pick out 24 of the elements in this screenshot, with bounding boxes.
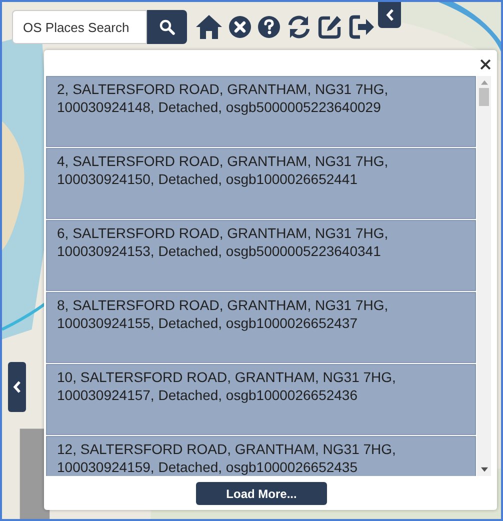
result-item[interactable]: 8, SALTERSFORD ROAD, GRANTHAM, NG31 7HG, 100030924155, Detached, osgb1000026652437 [46, 292, 476, 363]
close-circle-icon[interactable] [228, 15, 252, 39]
sign-out-icon[interactable] [348, 14, 376, 40]
help-icon[interactable] [257, 15, 281, 39]
scroll-down-icon[interactable] [480, 467, 488, 472]
edit-icon[interactable] [317, 14, 343, 40]
chevron-left-icon [13, 381, 21, 393]
search-button[interactable] [147, 10, 187, 44]
result-item[interactable]: 2, SALTERSFORD ROAD, GRANTHAM, NG31 7HG, 100030924148, Detached, osgb5000005223640029 [46, 76, 476, 147]
collapse-button[interactable] [378, 2, 401, 28]
search-icon [159, 19, 175, 35]
scrollbar-thumb[interactable] [479, 88, 489, 106]
refresh-icon[interactable] [286, 14, 312, 40]
home-icon[interactable] [195, 14, 223, 40]
result-item[interactable]: 4, SALTERSFORD ROAD, GRANTHAM, NG31 7HG, 100030924150, Detached, osgb1000026652441 [46, 148, 476, 219]
result-item[interactable]: 6, SALTERSFORD ROAD, GRANTHAM, NG31 7HG, 100030924153, Detached, osgb5000005223640341 [46, 220, 476, 291]
chevron-left-icon [386, 9, 394, 21]
result-item[interactable]: 10, SALTERSFORD ROAD, GRANTHAM, NG31 7HG, 100030924157, Detached, osgb1000026652436 [46, 364, 476, 435]
close-icon[interactable] [480, 58, 491, 70]
side-panel-toggle[interactable] [8, 362, 26, 412]
result-item[interactable]: 12, SALTERSFORD ROAD, GRANTHAM, NG31 7HG, 100030924159, Detached, osgb1000026652435 [46, 436, 476, 476]
load-more-button[interactable]: Load More... [196, 482, 327, 505]
search-source-dropdown[interactable]: OS Places Search [12, 10, 147, 44]
scrollbar[interactable] [477, 76, 491, 476]
